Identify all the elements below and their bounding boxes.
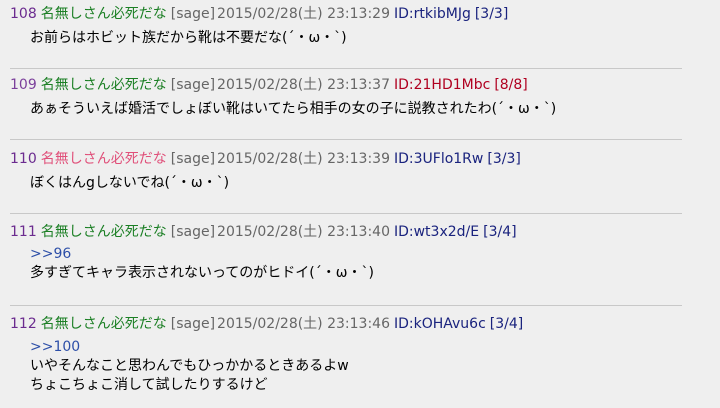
poster-id[interactable]: ID:21HD1Mbc [394,77,490,93]
post-body: お前らはホビット族だから靴は不要だな(´・ω・`) [30,29,347,48]
poster-name: 名無しさん必死だな [40,77,167,93]
mail-field: [sage] [170,151,216,167]
post-count: [3/4] [489,316,524,332]
thread-view: 108 名無しさん必死だな [sage] 2015/02/28(土) 23:13:29… [0,0,720,408]
post-count: [8/8] [494,77,528,93]
post-line: あぁそういえば婚活でしょぼい靴はいてたら相手の女の子に説教されたわ(´・ω・`) [30,101,557,117]
mail-field: [sage] [170,77,216,93]
post-separator [10,139,682,140]
post-line: いやそんなこと思わんでもひっかかるときあるよw [30,358,349,374]
post-body: >>100 いやそんなこと思わんでもひっかかるときあるよw ちょこちょこ消して試… [30,338,349,395]
reply-anchor-link[interactable]: >>100 [30,338,349,357]
post-number[interactable]: 112 [10,316,37,332]
post-body: あぁそういえば婚活でしょぼい靴はいてたら相手の女の子に説教されたわ(´・ω・`) [30,100,556,119]
post-count: [3/4] [483,224,517,240]
poster-name: 名無しさん必死だな [40,151,167,167]
post-date: 2015/02/28(土) 23:13:39 [217,151,390,167]
post-number[interactable]: 109 [10,77,37,93]
poster-name: 名無しさん必死だな [40,316,167,332]
post-number[interactable]: 111 [10,224,37,240]
post-header: 112 名無しさん必死だな [sage] 2015/02/28(土) 23:13:46… [10,314,527,334]
post-line: お前らはホビット族だから靴は不要だな(´・ω・`) [30,30,347,46]
mail-field: [sage] [170,316,216,332]
poster-id[interactable]: ID:wt3x2d/E [394,224,479,240]
post-body: ぼくはんgしないでね(´・ω・`) [30,174,229,193]
post-header: 110 名無しさん必死だな [sage] 2015/02/28(土) 23:13:39… [10,149,525,169]
post-header: 111 名無しさん必死だな [sage] 2015/02/28(土) 23:13:40… [10,222,521,242]
post-number[interactable]: 110 [10,151,37,167]
poster-name: 名無しさん必死だな [40,6,167,22]
post-number[interactable]: 108 [10,6,37,22]
post-separator [10,68,682,69]
post-separator [10,213,682,214]
poster-id[interactable]: ID:rtkibMJg [394,6,471,22]
post-header: 108 名無しさん必死だな [sage] 2015/02/28(土) 23:13:29… [10,4,512,24]
post-line: ちょこちょこ消して試したりするけど [30,377,268,393]
post-count: [3/3] [487,151,521,167]
poster-id[interactable]: ID:kOHAvu6c [394,316,486,332]
post-count: [3/3] [474,6,509,22]
post-date: 2015/02/28(土) 23:13:40 [217,224,390,240]
mail-field: [sage] [170,6,216,22]
reply-anchor-link[interactable]: >>96 [30,245,374,264]
post-body: >>96 多すぎてキャラ表示されないってのがヒドイ(´・ω・`) [30,245,374,283]
post-date: 2015/02/28(土) 23:13:46 [217,316,390,332]
post-line: 多すぎてキャラ表示されないってのがヒドイ(´・ω・`) [30,265,374,281]
post-separator [10,305,682,306]
post-header: 109 名無しさん必死だな [sage] 2015/02/28(土) 23:13:37… [10,75,532,95]
poster-id[interactable]: ID:3UFlo1Rw [394,151,483,167]
poster-name: 名無しさん必死だな [40,224,167,240]
mail-field: [sage] [170,224,216,240]
post-date: 2015/02/28(土) 23:13:37 [217,77,390,93]
post-line: ぼくはんgしないでね(´・ω・`) [30,175,230,191]
post-date: 2015/02/28(土) 23:13:29 [217,6,390,22]
